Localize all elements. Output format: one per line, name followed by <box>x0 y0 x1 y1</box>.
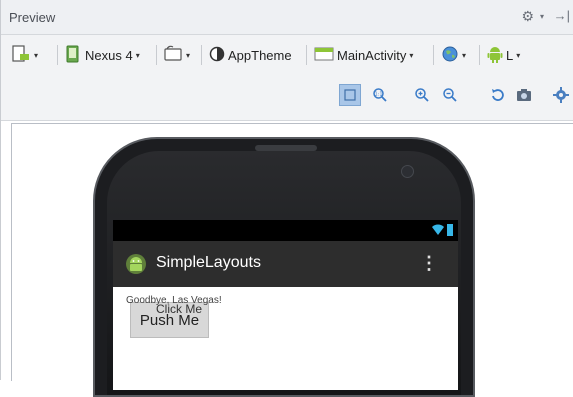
gear-dropdown-icon[interactable]: ▾ <box>540 12 544 21</box>
earpiece <box>255 145 317 151</box>
chevron-down-icon: ▾ <box>409 50 414 60</box>
virtual-device-icon <box>11 44 31 66</box>
toolbar-separator <box>479 45 480 65</box>
activity-label: MainActivity <box>337 47 407 63</box>
front-camera <box>401 165 414 178</box>
actual-size-icon[interactable]: 1:1 <box>369 84 391 106</box>
orientation-dropdown[interactable]: ▾ <box>163 43 190 67</box>
zoom-to-fit-icon[interactable] <box>339 84 361 106</box>
wifi-icon <box>432 224 444 238</box>
device-label: Nexus 4 <box>85 47 133 63</box>
device-dropdown[interactable]: Nexus 4 ▾ <box>65 43 140 67</box>
theme-selector[interactable]: AppTheme <box>209 43 292 67</box>
activity-dropdown[interactable]: MainActivity ▾ <box>314 43 413 67</box>
device-screen: SimpleLayouts ⋮ Push Me Goodbye, Las Veg… <box>113 220 458 390</box>
screenshot-icon[interactable] <box>513 84 535 106</box>
refresh-icon[interactable] <box>487 84 509 106</box>
activity-icon <box>314 45 334 66</box>
toolbar-separator <box>57 45 58 65</box>
gear-icon[interactable]: ⚙ <box>521 8 534 25</box>
locale-dropdown[interactable]: ▾ <box>441 43 466 67</box>
panel-title: Preview <box>9 10 56 25</box>
device-screen-dropdown[interactable]: ▾ <box>11 43 38 67</box>
preview-panel: Preview ⚙ ▾ →| ▾ Nexus 4 ▾ ▾ AppTheme Ma… <box>0 0 573 397</box>
overflow-menu-icon[interactable]: ⋮ <box>420 253 438 274</box>
toolbar-separator <box>201 45 202 65</box>
status-bar <box>113 220 458 241</box>
api-level-label: L <box>506 47 514 63</box>
svg-text:1:1: 1:1 <box>374 92 382 98</box>
settings-gear-icon[interactable] <box>550 84 572 106</box>
chevron-down-icon: ▾ <box>462 50 467 60</box>
android-icon <box>487 45 503 66</box>
toolbar-separator <box>156 45 157 65</box>
panel-titlebar: Preview ⚙ ▾ →| <box>1 0 573 35</box>
hide-panel-icon[interactable]: →| <box>554 8 570 23</box>
action-bar: SimpleLayouts ⋮ <box>113 241 458 287</box>
layout-content: Push Me Goodbye, Las Vegas! Click Me <box>113 287 458 390</box>
theme-label: AppTheme <box>228 47 292 63</box>
toolbar-separator <box>433 45 434 65</box>
theme-icon <box>209 46 225 65</box>
chevron-down-icon: ▾ <box>186 50 191 60</box>
zoom-in-icon[interactable] <box>411 84 433 106</box>
nexus-device-icon <box>65 45 81 66</box>
chevron-down-icon: ▾ <box>516 50 521 60</box>
zoom-out-icon[interactable] <box>439 84 461 106</box>
click-me-button[interactable]: Click Me <box>156 302 202 316</box>
toolbar-separator <box>306 45 307 65</box>
config-toolbar: ▾ Nexus 4 ▾ ▾ AppTheme MainActivity ▾ ▾ … <box>1 35 573 75</box>
api-level-dropdown[interactable]: L ▾ <box>487 43 520 67</box>
chevron-down-icon: ▾ <box>135 50 140 60</box>
app-title: SimpleLayouts <box>156 254 261 271</box>
chevron-down-icon: ▾ <box>34 50 39 60</box>
globe-icon <box>441 45 459 66</box>
app-launcher-icon <box>125 253 147 275</box>
battery-icon <box>447 224 453 236</box>
zoom-toolbar: 1:1 <box>1 75 573 121</box>
orientation-icon <box>163 45 183 66</box>
